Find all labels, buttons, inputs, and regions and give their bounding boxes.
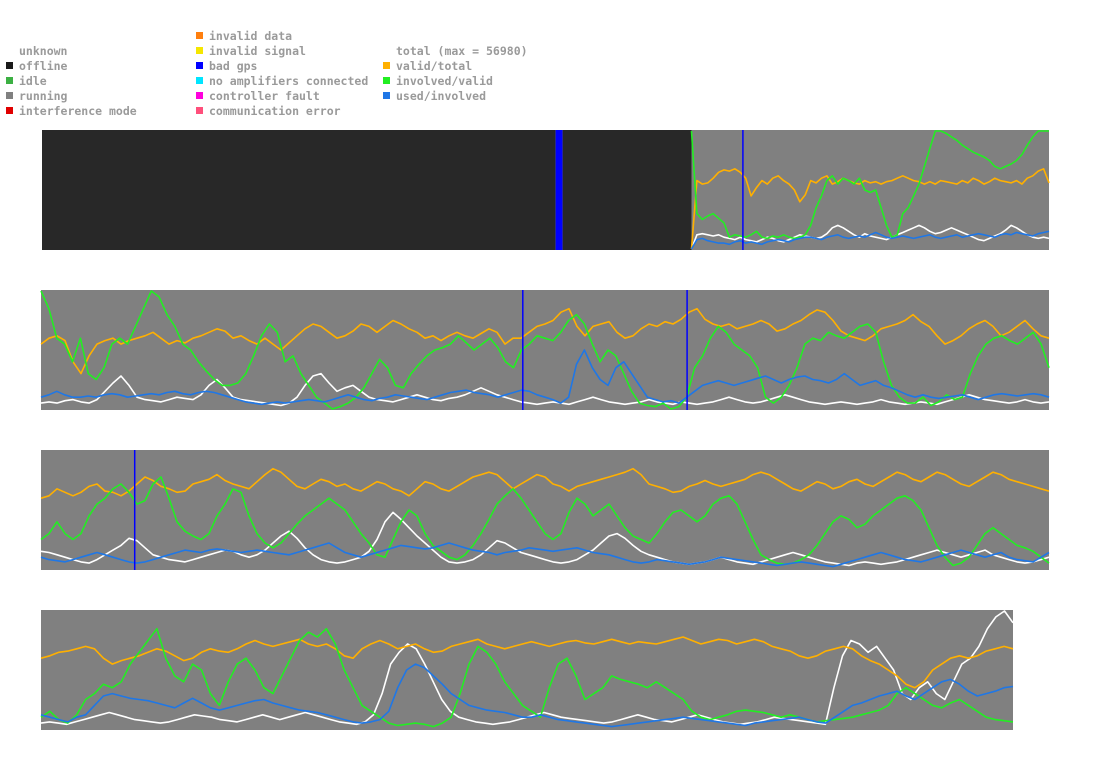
chart-strip-1 xyxy=(42,130,1050,250)
status-segment-offline xyxy=(562,130,692,250)
status-segment-bad-gps xyxy=(555,130,563,250)
chart-strip-4 xyxy=(40,610,1014,730)
chart-area xyxy=(40,130,1050,730)
status-segment-running xyxy=(691,130,1049,250)
chart-strip-3 xyxy=(40,450,1050,570)
status-segment-running xyxy=(41,290,1049,410)
status-segment-offline xyxy=(42,130,556,250)
status-segment-running xyxy=(41,450,1049,570)
status-segment-running xyxy=(41,610,1013,730)
chart-strip-2 xyxy=(40,290,1050,410)
